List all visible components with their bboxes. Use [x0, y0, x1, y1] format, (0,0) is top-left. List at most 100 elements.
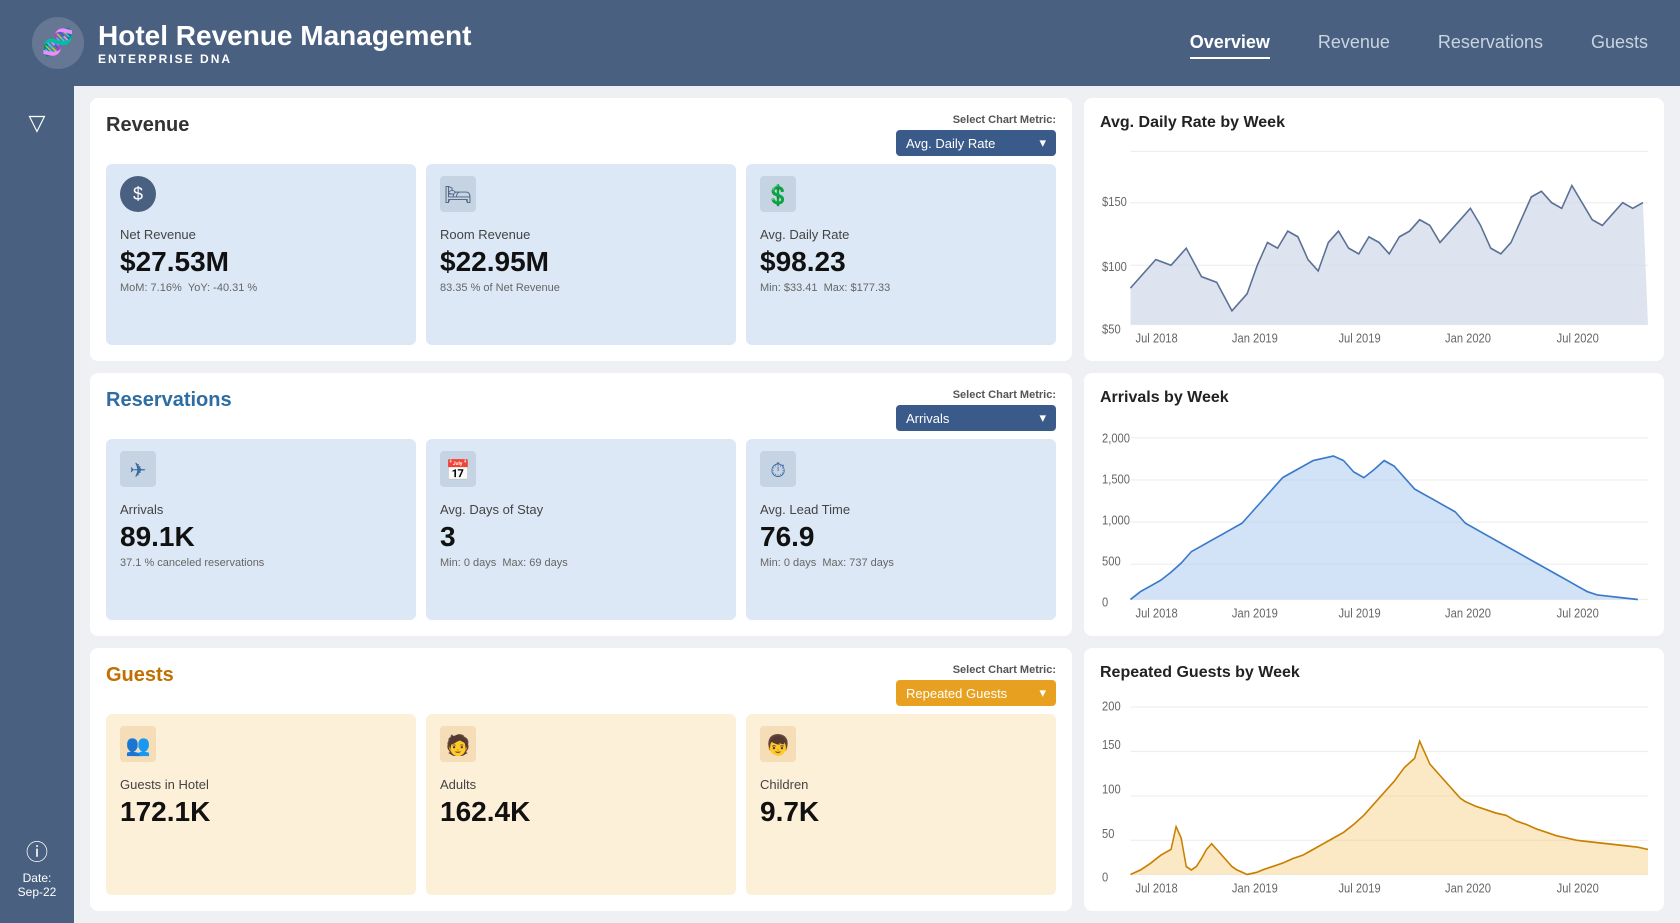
sidebar: ▽ ⓘ Date: Sep-22: [0, 86, 74, 923]
guests-chart-title: Repeated Guests by Week: [1100, 664, 1648, 682]
lead-time-label: Avg. Lead Time: [760, 502, 1042, 517]
reservations-header: Reservations Select Chart Metric: Arriva…: [106, 389, 1056, 439]
svg-text:Jul 2018: Jul 2018: [1136, 331, 1179, 345]
nav-overview[interactable]: Overview: [1190, 28, 1270, 59]
revenue-chart-svg: $50 $100 $150 Jul 2018 Jan 2019 Jul 2019…: [1100, 140, 1648, 345]
stat-guests-hotel: 👥 Guests in Hotel 172.1K: [106, 714, 416, 895]
net-revenue-label: Net Revenue: [120, 227, 402, 242]
revenue-chart-title: Avg. Daily Rate by Week: [1100, 114, 1648, 132]
revenue-card: Revenue Select Chart Metric: Avg. Daily …: [90, 98, 1072, 361]
reservations-metric-selector: Select Chart Metric: Arrivals ▾: [896, 389, 1056, 431]
svg-text:Jan 2019: Jan 2019: [1232, 331, 1278, 345]
adults-value: 162.4K: [440, 796, 722, 828]
revenue-chart-card: Avg. Daily Rate by Week $50 $100 $150 Ju…: [1084, 98, 1664, 361]
reservations-metric-dropdown[interactable]: Arrivals ▾: [896, 405, 1056, 431]
reservations-metric-label: Select Chart Metric:: [953, 389, 1056, 401]
lead-time-value: 76.9: [760, 521, 1042, 553]
revenue-metric-label: Select Chart Metric:: [953, 114, 1056, 126]
svg-text:0: 0: [1102, 870, 1109, 885]
svg-text:Jan 2020: Jan 2020: [1445, 331, 1491, 345]
revenue-stats: $ Net Revenue $27.53M MoM: 7.16% YoY: -4…: [106, 164, 1056, 345]
svg-text:Jan 2019: Jan 2019: [1232, 606, 1278, 620]
svg-text:1,000: 1,000: [1102, 513, 1130, 528]
dropdown-arrow-guests-icon: ▾: [1039, 685, 1046, 701]
lead-time-sub: Min: 0 days Max: 737 days: [760, 557, 1042, 569]
guests-hotel-icon: 👥: [120, 726, 402, 769]
svg-text:$100: $100: [1102, 259, 1127, 274]
net-revenue-value: $27.53M: [120, 246, 402, 278]
avg-rate-value: $98.23: [760, 246, 1042, 278]
stat-net-revenue: $ Net Revenue $27.53M MoM: 7.16% YoY: -4…: [106, 164, 416, 345]
svg-text:1,500: 1,500: [1102, 472, 1130, 487]
svg-text:2,000: 2,000: [1102, 431, 1130, 446]
stat-avg-stay: 📅 Avg. Days of Stay 3 Min: 0 days Max: 6…: [426, 439, 736, 620]
svg-text:Jan 2020: Jan 2020: [1445, 881, 1491, 895]
svg-text:🧑: 🧑: [446, 733, 471, 757]
nav-reservations[interactable]: Reservations: [1438, 28, 1543, 59]
guests-metric-dropdown[interactable]: Repeated Guests ▾: [896, 680, 1056, 706]
svg-text:$: $: [133, 184, 143, 204]
sidebar-date: Date: Sep-22: [18, 871, 57, 899]
svg-text:Jul 2020: Jul 2020: [1557, 331, 1600, 345]
svg-text:Jul 2019: Jul 2019: [1338, 606, 1381, 620]
dollar-icon: $: [120, 176, 402, 219]
room-revenue-sub: 83.35 % of Net Revenue: [440, 282, 722, 294]
logo-area: 🧬 Hotel Revenue Management ENTERPRISE DN…: [32, 17, 1190, 69]
stat-arrivals: ✈ Arrivals 89.1K 37.1 % canceled reserva…: [106, 439, 416, 620]
avg-stay-sub: Min: 0 days Max: 69 days: [440, 557, 722, 569]
svg-text:100: 100: [1102, 782, 1121, 797]
dropdown-arrow-res-icon: ▾: [1039, 410, 1046, 426]
svg-text:500: 500: [1102, 554, 1121, 569]
dna-logo-icon: 🧬: [32, 17, 84, 69]
reservations-row: Reservations Select Chart Metric: Arriva…: [90, 373, 1664, 636]
svg-text:👥: 👥: [126, 735, 151, 757]
svg-text:Jul 2018: Jul 2018: [1136, 606, 1179, 620]
stat-children: 👦 Children 9.7K: [746, 714, 1056, 895]
guests-header: Guests Select Chart Metric: Repeated Gue…: [106, 664, 1056, 714]
header: 🧬 Hotel Revenue Management ENTERPRISE DN…: [0, 0, 1680, 86]
guests-metric-selector: Select Chart Metric: Repeated Guests ▾: [896, 664, 1056, 706]
avg-rate-sub: Min: $33.41 Max: $177.33: [760, 282, 1042, 294]
info-icon[interactable]: ⓘ: [26, 835, 48, 867]
svg-text:0: 0: [1102, 595, 1109, 610]
svg-text:🛏: 🛏: [444, 182, 472, 207]
reservations-chart-title: Arrivals by Week: [1100, 389, 1648, 407]
revenue-metric-dropdown[interactable]: Avg. Daily Rate ▾: [896, 130, 1056, 156]
svg-text:Jul 2020: Jul 2020: [1557, 606, 1600, 620]
svg-text:Jul 2020: Jul 2020: [1557, 881, 1600, 895]
revenue-title: Revenue: [106, 114, 189, 137]
guests-hotel-label: Guests in Hotel: [120, 777, 402, 792]
svg-text:Jan 2020: Jan 2020: [1445, 606, 1491, 620]
sidebar-bottom: ⓘ Date: Sep-22: [18, 835, 57, 899]
adults-label: Adults: [440, 777, 722, 792]
reservations-card: Reservations Select Chart Metric: Arriva…: [90, 373, 1072, 636]
svg-text:Jul 2019: Jul 2019: [1338, 881, 1381, 895]
children-icon: 👦: [760, 726, 1042, 769]
svg-text:📅: 📅: [446, 458, 471, 482]
nav-revenue[interactable]: Revenue: [1318, 28, 1390, 59]
svg-text:👦: 👦: [766, 733, 791, 757]
svg-text:50: 50: [1102, 826, 1115, 841]
guests-chart-card: Repeated Guests by Week 0 50 100 150 200…: [1084, 648, 1664, 911]
guests-card: Guests Select Chart Metric: Repeated Gue…: [90, 648, 1072, 911]
nav-guests[interactable]: Guests: [1591, 28, 1648, 59]
net-revenue-sub1: MoM: 7.16% YoY: -40.31 %: [120, 282, 402, 294]
app-title: Hotel Revenue Management: [98, 20, 471, 52]
revenue-row: Revenue Select Chart Metric: Avg. Daily …: [90, 98, 1664, 361]
coin-icon: 💲: [760, 176, 1042, 219]
svg-text:✈: ✈: [130, 460, 147, 482]
guests-hotel-value: 172.1K: [120, 796, 402, 828]
revenue-metric-selector: Select Chart Metric: Avg. Daily Rate ▾: [896, 114, 1056, 156]
guests-chart-svg: 0 50 100 150 200 Jul 2018 Jan 2019 Jul 2…: [1100, 690, 1648, 895]
svg-text:Jul 2018: Jul 2018: [1136, 881, 1179, 895]
avg-stay-label: Avg. Days of Stay: [440, 502, 722, 517]
svg-text:⏱: ⏱: [770, 460, 786, 482]
svg-text:Jul 2019: Jul 2019: [1338, 331, 1381, 345]
svg-text:150: 150: [1102, 738, 1121, 753]
stat-adults: 🧑 Adults 162.4K: [426, 714, 736, 895]
svg-text:$50: $50: [1102, 322, 1121, 337]
arrivals-icon: ✈: [120, 451, 402, 494]
filter-icon[interactable]: ▽: [29, 110, 46, 136]
svg-text:💲: 💲: [766, 183, 791, 207]
guests-stats: 👥 Guests in Hotel 172.1K 🧑 Adults 162.4K: [106, 714, 1056, 895]
